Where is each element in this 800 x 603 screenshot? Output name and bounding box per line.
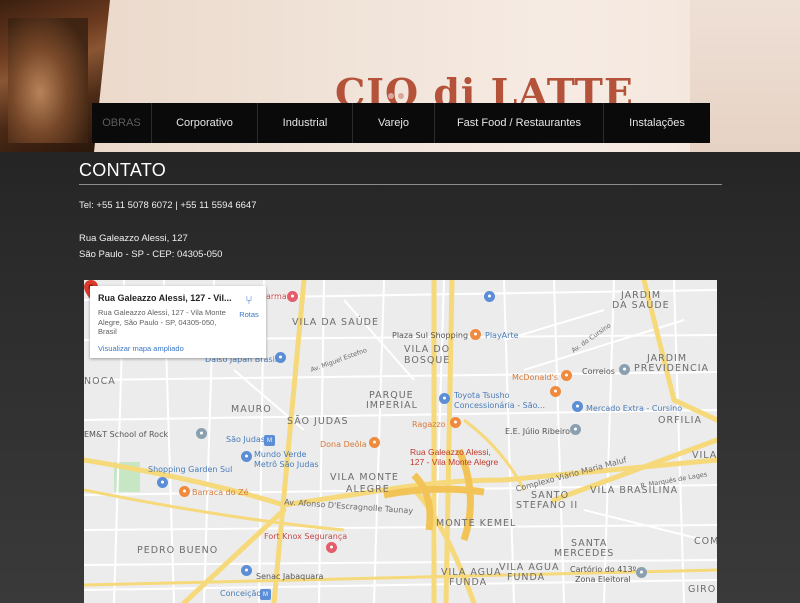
nav-item-fast-food[interactable]: Fast Food / Restaurantes	[435, 103, 604, 143]
nav-item-industrial[interactable]: Industrial	[258, 103, 353, 143]
map-poi-label: Ragazzo	[412, 420, 446, 429]
security-icon[interactable]: ●	[326, 542, 337, 553]
view-larger-map-link[interactable]: Visualizar mapa ampliado	[98, 344, 184, 353]
map-poi-label: arma	[266, 292, 287, 301]
map-district-label: FUNDA	[449, 577, 488, 588]
school-icon[interactable]: ●	[196, 428, 207, 439]
map-poi-label: Barraca do Zé	[192, 488, 249, 497]
nav-item-varejo[interactable]: Varejo	[353, 103, 435, 143]
directions-icon: ⑂	[245, 293, 253, 307]
contact-address-line1: Rua Galeazzo Alessi, 127	[79, 233, 188, 244]
map-poi-label: Mundo Verde	[254, 450, 307, 459]
map-district-label: BOSQUE	[404, 355, 451, 366]
map-district-label: GIROU	[688, 584, 717, 595]
restaurant-icon[interactable]: ●	[450, 417, 461, 428]
nav-item-corporativo[interactable]: Corporativo	[152, 103, 258, 143]
main-pin-label-line1: Rua Galeazzo Alessi,	[410, 447, 491, 457]
shopping-icon[interactable]: ●	[287, 291, 298, 302]
shopping-icon[interactable]: ●	[470, 329, 481, 340]
map-district-label: VILA DO	[404, 344, 451, 355]
directions-label: Rotas	[239, 310, 259, 319]
map-poi-label: McDonald's	[512, 373, 558, 382]
map-info-card: Rua Galeazzo Alessi, 127 - Vil... Rua Ga…	[90, 286, 266, 358]
map-district-label: MAURO	[231, 404, 272, 415]
map-district-label: COMB	[694, 536, 717, 547]
car-dealer-icon[interactable]: ●	[439, 393, 450, 404]
map-district-label: PEDRO BUENO	[137, 545, 219, 556]
hero-picture	[8, 18, 88, 143]
post-office-icon[interactable]: ●	[619, 364, 630, 375]
map-poi-label: Mercado Extra - Cursino	[586, 404, 683, 413]
map-district-label: ORFILIA	[658, 415, 702, 426]
school-icon[interactable]: ●	[241, 565, 252, 576]
restaurant-icon[interactable]: ●	[369, 437, 380, 448]
shopping-icon[interactable]: ●	[572, 401, 583, 412]
map-district-label: DA SAÚDE	[612, 300, 670, 311]
shopping-icon[interactable]: ●	[157, 477, 168, 488]
shopping-icon[interactable]: ●	[484, 291, 495, 302]
title-divider	[79, 184, 722, 185]
map-district-label: STEFANO II	[516, 500, 579, 511]
restaurant-icon[interactable]: ●	[561, 370, 572, 381]
government-icon[interactable]: ●	[636, 567, 647, 578]
map-district-label: PREVIDENCIA	[634, 363, 709, 374]
embedded-map[interactable]: VILA DA SAÚDE JARDIM DA SAÚDE VILA DO BO…	[84, 280, 717, 603]
metro-icon[interactable]: M	[264, 435, 275, 446]
nav-item-instalacoes[interactable]: Instalações	[604, 103, 710, 143]
map-district-label: ALEGRE	[346, 484, 390, 495]
map-poi-label: Fort Knox Segurança	[264, 532, 348, 541]
map-poi-label: Concessionária - São...	[454, 401, 546, 410]
map-poi-label: Cartório do 413º	[570, 565, 637, 574]
map-poi-label: Plaza Sul Shopping	[392, 331, 469, 340]
map-district-label: VILA DA SAÚDE	[292, 317, 379, 328]
contact-phone: Tel: +55 11 5078 6072 | +55 11 5594 6647	[79, 200, 257, 211]
map-district-label: FUNDA	[507, 572, 546, 583]
map-poi-label: Correios	[582, 367, 615, 376]
map-district-label: SÃO JUDAS	[287, 416, 349, 427]
restaurant-icon[interactable]: ●	[179, 486, 190, 497]
contact-address-line2: São Paulo - SP - CEP: 04305-050	[79, 249, 223, 260]
map-district-label: VILA	[692, 450, 717, 461]
map-district-label: VILA BRASILINA	[590, 485, 679, 496]
restaurant-icon[interactable]: ●	[550, 386, 561, 397]
hero-sign-dots	[388, 86, 408, 104]
page-title: CONTATO	[79, 160, 167, 180]
map-poi-label: Conceição	[220, 589, 262, 598]
map-poi-label: PlayArte	[485, 331, 519, 340]
map-poi-label: E.E. Júlio Ribeiro	[505, 427, 571, 436]
map-district-label: VILA MONTE	[330, 472, 399, 483]
map-poi-label: EM&T School of Rock	[84, 430, 169, 439]
school-icon[interactable]: ●	[570, 424, 581, 435]
map-poi-label: Zona Eleitoral	[575, 575, 631, 584]
map-district-label: MONTE KEMEL	[436, 518, 517, 529]
main-pin-label-line2: 127 - Vila Monte Alegre	[410, 457, 499, 467]
map-poi-label: Senac Jabaquara	[256, 572, 324, 581]
map-poi-label: São Judas	[226, 435, 265, 444]
map-district-label: IMPERIAL	[366, 400, 418, 411]
map-card-title: Rua Galeazzo Alessi, 127 - Vil...	[98, 293, 232, 303]
directions-button[interactable]: ⑂ Rotas	[236, 294, 262, 319]
map-district-label: NOCA	[84, 376, 116, 387]
main-pin-label: Rua Galeazzo Alessi, 127 - Vila Monte Al…	[410, 447, 498, 467]
main-nav: OBRAS Corporativo Industrial Varejo Fast…	[92, 103, 710, 143]
nav-item-obras[interactable]: OBRAS	[92, 103, 152, 143]
map-poi-label: Dona Deôla	[320, 440, 367, 449]
map-card-address: Rua Galeazzo Alessi, 127 - Vila Monte Al…	[98, 308, 226, 336]
map-poi-label: Metrô São Judas	[254, 460, 319, 469]
map-poi-label: Shopping Garden Sul	[148, 465, 233, 474]
map-district-label: MERCEDES	[554, 548, 615, 559]
metro-icon[interactable]: M	[260, 589, 271, 600]
map-poi-label: Toyota Tsusho	[454, 391, 510, 400]
shopping-icon[interactable]: ●	[241, 451, 252, 462]
